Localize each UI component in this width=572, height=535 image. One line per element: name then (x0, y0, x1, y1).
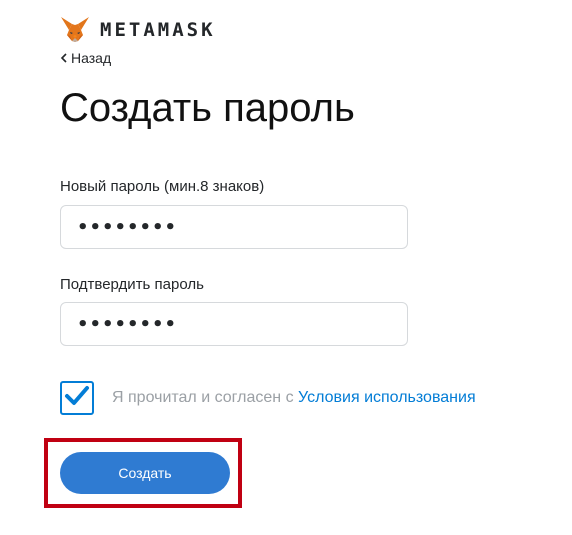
terms-of-use-link[interactable]: Условия использования (298, 389, 476, 406)
back-link[interactable]: Назад (60, 50, 111, 66)
back-link-label: Назад (71, 50, 112, 66)
chevron-left-icon (60, 50, 68, 66)
confirm-password-label: Подтвердить пароль (60, 276, 204, 293)
create-password-page: METAMASK Назад Создать пароль Новый паро… (0, 0, 572, 535)
create-button[interactable]: Создать (60, 452, 230, 494)
new-password-input[interactable] (77, 216, 377, 238)
new-password-label: Новый пароль (мин.8 знаков) (60, 178, 265, 195)
new-password-field-box (60, 205, 408, 249)
confirm-password-field-box (60, 302, 408, 346)
terms-text: Я прочитал и согласен с Условия использо… (112, 389, 476, 407)
checkmark-icon (64, 385, 90, 412)
confirm-password-input[interactable] (77, 313, 377, 335)
fox-icon (60, 16, 90, 44)
page-title: Создать пароль (60, 86, 355, 130)
terms-prefix: Я прочитал и согласен с (112, 389, 299, 406)
terms-checkbox[interactable] (60, 381, 94, 415)
logo-wordmark: METAMASK (100, 19, 216, 41)
metamask-logo: METAMASK (60, 16, 216, 44)
